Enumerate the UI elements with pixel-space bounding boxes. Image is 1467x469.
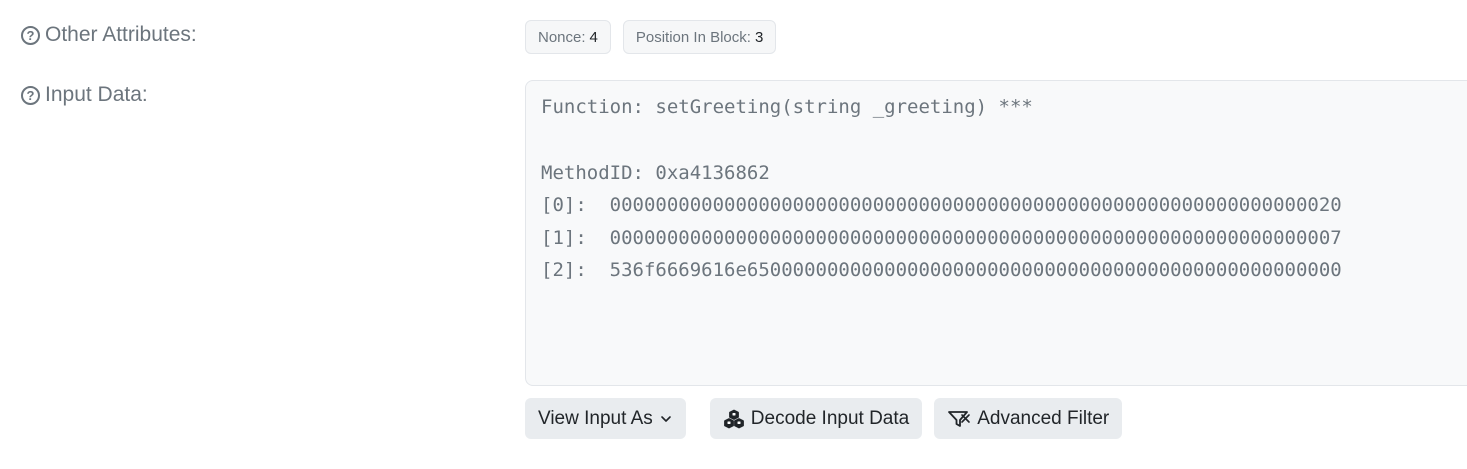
- advanced-filter-label: Advanced Filter: [977, 407, 1110, 429]
- input-data-row: ? Input Data: Function: setGreeting(stri…: [0, 80, 1467, 440]
- nonce-value: 4: [589, 28, 598, 46]
- input-data-label: Input Data:: [45, 83, 148, 106]
- other-attributes-label-group: ? Other Attributes:: [21, 23, 197, 47]
- input-data-label-group: ? Input Data:: [21, 83, 148, 107]
- param-line-1: [1]: 00000000000000000000000000000000000…: [541, 226, 1342, 249]
- input-data-textarea[interactable]: Function: setGreeting(string _greeting) …: [525, 80, 1467, 386]
- attribute-badges: Nonce: 4 Position In Block: 3: [525, 20, 777, 54]
- advanced-filter-button[interactable]: Advanced Filter: [934, 398, 1123, 439]
- other-attributes-row: ? Other Attributes: Nonce: 4 Position In…: [0, 20, 1467, 56]
- other-attributes-label: Other Attributes:: [45, 23, 197, 46]
- function-signature-line: Function: setGreeting(string _greeting) …: [541, 96, 1033, 118]
- position-in-block-badge: Position In Block: 3: [622, 20, 777, 54]
- nonce-label: Nonce:: [538, 28, 586, 46]
- position-value: 3: [754, 28, 764, 46]
- decode-input-data-button[interactable]: Decode Input Data: [709, 398, 923, 439]
- view-input-as-button[interactable]: View Input As: [525, 398, 686, 439]
- cubes-icon: [723, 409, 745, 429]
- input-data-actions: View Input As Decode Input Data Advanced…: [525, 398, 1123, 439]
- nonce-badge: Nonce: 4: [525, 20, 611, 54]
- question-circle-icon[interactable]: ?: [21, 85, 40, 105]
- decode-input-data-label: Decode Input Data: [750, 407, 910, 429]
- param-line-2: [2]: 536f6669616e65000000000000000000000…: [541, 259, 1342, 281]
- chevron-down-icon: [659, 412, 673, 426]
- param-line-0: [0]: 00000000000000000000000000000000000…: [541, 194, 1342, 216]
- question-circle-icon[interactable]: ?: [21, 25, 40, 45]
- method-id-line: MethodID: 0xa4136862: [541, 161, 770, 184]
- position-label: Position In Block:: [635, 28, 751, 46]
- view-input-as-label: View Input As: [538, 407, 653, 429]
- filter-icon: [947, 409, 971, 429]
